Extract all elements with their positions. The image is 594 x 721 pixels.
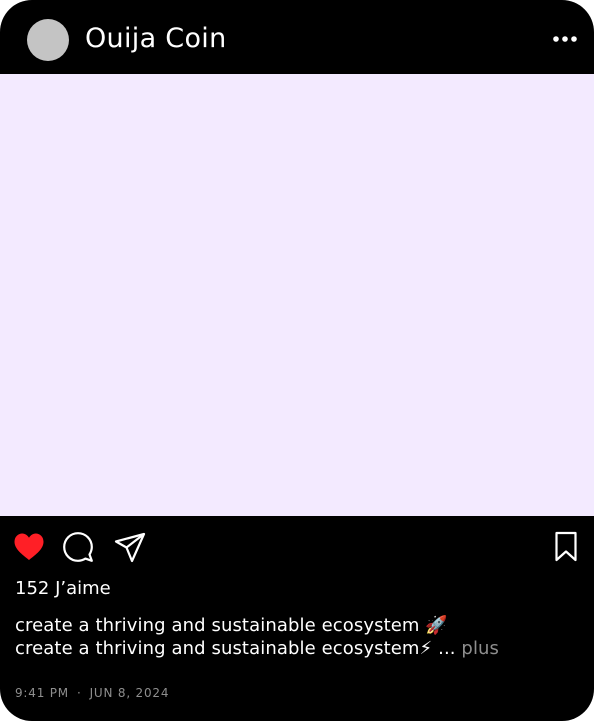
post-caption: create a thriving and sustainable ecosys… xyxy=(15,614,580,660)
timestamp-separator: · xyxy=(76,686,82,700)
caption-ellipsis: ... xyxy=(438,638,456,659)
caption-text: create a thriving and sustainable ecosys… xyxy=(15,615,420,636)
post-header: Ouija Coin xyxy=(0,0,594,74)
avatar[interactable] xyxy=(27,19,69,61)
more-dots-icon[interactable] xyxy=(552,30,578,48)
caption-more-link[interactable]: plus xyxy=(461,638,499,659)
post-image[interactable] xyxy=(0,74,594,516)
bookmark-icon[interactable] xyxy=(553,530,579,568)
comment-icon[interactable] xyxy=(61,530,95,568)
post-timestamp: 9:41 PM · JUN 8, 2024 xyxy=(15,684,169,702)
caption-text: create a thriving and sustainable ecosys… xyxy=(15,638,420,659)
account-name[interactable]: Ouija Coin xyxy=(85,20,226,58)
paper-plane-icon[interactable] xyxy=(113,530,147,568)
post-time: 9:41 PM xyxy=(15,686,69,700)
caption-line: create a thriving and sustainable ecosys… xyxy=(15,614,580,637)
heart-icon[interactable] xyxy=(13,530,45,568)
lightning-emoji: ⚡ xyxy=(419,638,433,659)
rocket-emoji: 🚀 xyxy=(425,615,448,636)
likes-count[interactable]: 152 J’aime xyxy=(15,577,111,601)
post-date: JUN 8, 2024 xyxy=(89,686,170,700)
social-post-card: Ouija Coin 152 J’aime create a thriving … xyxy=(0,0,594,721)
caption-line: create a thriving and sustainable ecosys… xyxy=(15,637,580,660)
post-actions xyxy=(0,530,594,566)
